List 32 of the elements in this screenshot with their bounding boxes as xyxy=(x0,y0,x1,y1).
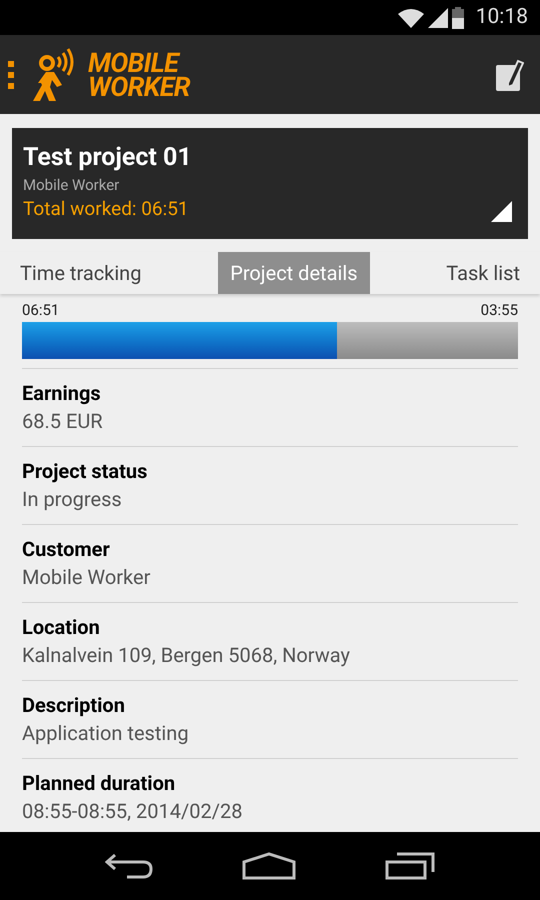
status-time: 10:18 xyxy=(476,4,528,31)
back-icon[interactable] xyxy=(104,853,153,879)
detail-label: Location xyxy=(22,614,101,641)
logo-text: MOBILE xyxy=(88,50,180,74)
detail-label: Project status xyxy=(22,458,148,485)
detail-label: Description xyxy=(22,692,126,719)
detail-value: In progress xyxy=(22,486,123,513)
detail-value: Kalnalvein 109, Bergen 5068, Norway xyxy=(22,642,351,669)
battery-icon xyxy=(452,6,464,28)
detail-value: 68.5 EUR xyxy=(22,408,104,435)
detail-label: Customer xyxy=(22,536,111,563)
progress-start-label: 06:51 xyxy=(22,301,60,319)
home-icon[interactable] xyxy=(242,852,296,880)
overflow-menu-icon[interactable] xyxy=(8,60,16,88)
tab[interactable]: Task list xyxy=(434,252,532,294)
wifi-icon xyxy=(398,8,424,28)
project-card[interactable]: Test project 01 Mobile Worker Total worked: 06:51 xyxy=(12,128,528,239)
tab[interactable]: Time tracking xyxy=(8,252,154,294)
logo-text: WORKER xyxy=(88,74,190,98)
detail-value: Mobile Worker xyxy=(22,564,152,591)
detail-label: Earnings xyxy=(22,380,102,407)
recent-apps-icon[interactable] xyxy=(385,852,436,880)
detail-label: Planned duration xyxy=(22,770,176,797)
corner-triangle-icon xyxy=(491,201,512,222)
signal-icon xyxy=(428,8,448,28)
project-client: Mobile Worker xyxy=(23,175,120,196)
progress-end-label: 03:55 xyxy=(480,301,518,319)
detail-value: 08:55-08:55, 2014/02/28 xyxy=(22,798,244,825)
edit-icon[interactable] xyxy=(496,58,524,90)
detail-value: Application testing xyxy=(22,720,190,747)
project-title: Test project 01 xyxy=(23,142,193,174)
total-worked: Total worked: 06:51 xyxy=(23,196,189,222)
